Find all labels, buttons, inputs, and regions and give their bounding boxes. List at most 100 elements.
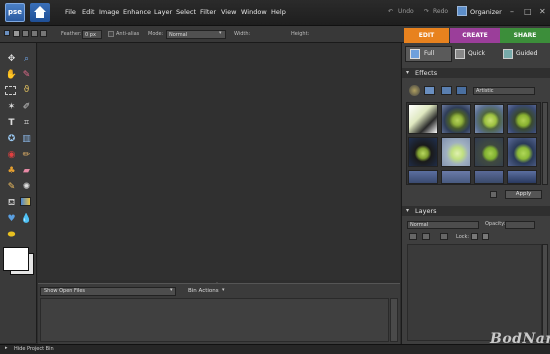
effect-thumbnail[interactable] [474, 137, 504, 167]
adjustment-layer-icon[interactable] [422, 233, 430, 240]
organizer-icon[interactable] [457, 6, 467, 16]
organizer-button[interactable]: Organizer [470, 8, 502, 16]
close-button[interactable]: ✕ [539, 7, 546, 16]
sponge-tool-icon[interactable]: ⬬ [5, 229, 18, 242]
blur-tool-icon[interactable]: 💧 [20, 213, 33, 226]
hand-tool-icon[interactable]: ✋ [5, 69, 18, 82]
lock-transparency-icon[interactable] [471, 233, 478, 240]
layers-scrollbar[interactable] [542, 244, 548, 341]
collapse-triangle-icon[interactable]: ▾ [406, 68, 409, 78]
quick-selection-tool-icon[interactable]: ✐ [20, 101, 33, 114]
project-bin-scrollbar[interactable] [390, 298, 398, 342]
collapse-arrow-icon[interactable]: ▸ [5, 345, 8, 351]
hide-project-bin-button[interactable]: Hide Project Bin [14, 346, 54, 352]
feather-input[interactable]: 0 px [82, 30, 102, 39]
marquee-options-icon[interactable] [4, 30, 10, 36]
menu-help[interactable]: Help [271, 8, 286, 16]
menu-filter[interactable]: Filter [200, 8, 216, 16]
guided-edit-icon[interactable] [503, 49, 513, 59]
subtract-selection-icon[interactable] [31, 30, 38, 37]
effect-thumbnail[interactable] [474, 104, 504, 134]
undo-icon[interactable]: ↶ [388, 8, 393, 15]
layer-styles-icon[interactable] [424, 86, 435, 95]
menu-file[interactable]: File [65, 8, 76, 16]
effects-scrollbar[interactable] [542, 102, 548, 185]
zoom-tool-icon[interactable]: ⌕ [20, 53, 33, 66]
eraser-tool-icon[interactable]: ▰ [20, 165, 33, 178]
menu-layer[interactable]: Layer [154, 8, 172, 16]
bin-actions-menu[interactable]: Bin Actions [188, 288, 219, 294]
undo-button[interactable]: Undo [398, 8, 414, 15]
menu-edit[interactable]: Edit [82, 8, 95, 16]
effect-thumbnail[interactable] [441, 170, 471, 184]
opacity-input[interactable] [505, 221, 535, 229]
lasso-tool-icon[interactable]: ϑ [20, 84, 33, 97]
mode-select[interactable]: Normal [166, 30, 226, 39]
effect-thumbnail[interactable] [507, 104, 537, 134]
home-icon[interactable] [30, 3, 50, 22]
effect-thumbnail[interactable] [507, 170, 537, 184]
smart-brush-tool-icon[interactable]: ✺ [20, 181, 33, 194]
effect-thumbnail[interactable] [441, 137, 471, 167]
magic-wand-tool-icon[interactable]: ✶ [5, 101, 18, 114]
tab-create[interactable]: CREATE [450, 28, 500, 43]
effect-thumbnail[interactable] [408, 170, 438, 184]
show-all-icon[interactable] [456, 86, 467, 95]
tab-edit[interactable]: EDIT [404, 28, 449, 43]
tab-share[interactable]: SHARE [500, 28, 550, 43]
project-bin-content[interactable] [40, 298, 389, 342]
shape-tool-icon[interactable]: ♥ [5, 213, 18, 226]
apply-button[interactable]: Apply [505, 190, 542, 199]
effect-thumbnail[interactable] [408, 137, 438, 167]
maximize-button[interactable]: □ [524, 7, 532, 16]
layers-panel-header[interactable]: Layers [402, 206, 550, 216]
menu-view[interactable]: View [221, 8, 236, 16]
minimize-button[interactable]: – [510, 7, 514, 16]
trash-icon[interactable] [490, 191, 497, 198]
eyedropper-tool-icon[interactable]: ✎ [20, 69, 33, 82]
menu-window[interactable]: Window [241, 8, 267, 16]
effect-thumbnail[interactable] [507, 137, 537, 167]
mode-quick-button[interactable]: Quick [468, 47, 485, 61]
paint-bucket-tool-icon[interactable]: ⛾ [5, 197, 18, 210]
lock-all-icon[interactable] [482, 233, 489, 240]
mode-guided-button[interactable]: Guided [516, 47, 537, 61]
effect-thumbnail[interactable] [408, 104, 438, 134]
brush-tool-icon[interactable]: ✎ [5, 181, 18, 194]
move-tool-icon[interactable]: ✥ [5, 53, 18, 66]
effect-thumbnail[interactable] [474, 170, 504, 184]
intersect-selection-icon[interactable] [40, 30, 47, 37]
clone-stamp-tool-icon[interactable]: ♣ [5, 165, 18, 178]
layers-list[interactable] [407, 244, 542, 341]
cookie-cutter-tool-icon[interactable]: ✪ [5, 133, 18, 146]
quick-edit-icon[interactable] [455, 49, 465, 59]
menu-enhance[interactable]: Enhance [123, 8, 151, 16]
redo-icon[interactable]: ↷ [424, 8, 429, 15]
delete-layer-icon[interactable] [440, 233, 448, 240]
new-selection-icon[interactable] [13, 30, 20, 37]
gradient-tool-icon[interactable] [20, 197, 31, 206]
watermark: BodNara [490, 331, 550, 347]
document-canvas-area[interactable] [38, 43, 400, 280]
effect-thumbnail[interactable] [441, 104, 471, 134]
filters-icon[interactable] [409, 85, 420, 96]
antialias-checkbox[interactable] [108, 31, 114, 37]
add-selection-icon[interactable] [22, 30, 29, 37]
type-tool-icon[interactable]: T [5, 117, 18, 130]
redo-button[interactable]: Redo [433, 8, 448, 15]
crop-tool-icon[interactable]: ⌗ [20, 117, 33, 130]
project-bin-select[interactable]: Show Open Files [40, 287, 176, 296]
marquee-tool-icon[interactable] [5, 86, 16, 95]
new-layer-icon[interactable] [409, 233, 417, 240]
effects-panel-header[interactable]: Effects [402, 68, 550, 78]
photo-effects-icon[interactable] [441, 86, 452, 95]
foreground-color-swatch[interactable] [3, 247, 29, 271]
menu-select[interactable]: Select [176, 8, 196, 16]
collapse-triangle-icon[interactable]: ▾ [406, 206, 409, 216]
menu-image[interactable]: Image [99, 8, 119, 16]
healing-brush-tool-icon[interactable]: ✏ [20, 149, 33, 162]
effects-category-select[interactable]: Artistic [473, 87, 535, 95]
red-eye-tool-icon[interactable]: ◉ [5, 149, 18, 162]
straighten-tool-icon[interactable]: ▥ [20, 133, 33, 146]
blend-mode-select[interactable]: Normal [407, 221, 479, 229]
